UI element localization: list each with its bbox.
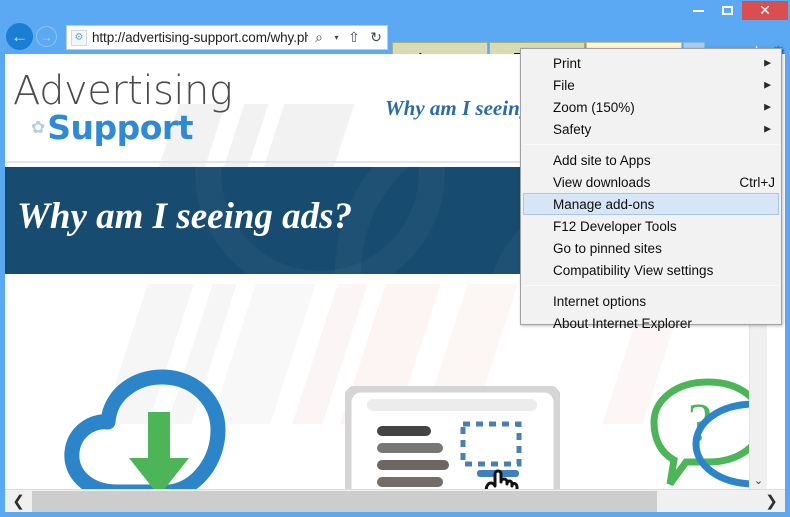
menu-item-label: Print: [553, 55, 581, 71]
menu-item-label: About Internet Explorer: [553, 315, 692, 331]
url-text[interactable]: http://advertising-support.com/why.php: [92, 30, 308, 45]
menu-item-label: Internet options: [553, 293, 647, 309]
title-bar: ✕: [0, 0, 790, 20]
header-tagline: Why am I seeing: [385, 96, 531, 120]
menu-item-label: Safety: [553, 121, 592, 137]
search-icon[interactable]: ⌕: [308, 26, 330, 50]
menu-item-f12-developer-tools[interactable]: F12 Developer Tools: [521, 215, 781, 237]
menu-item-label: File: [553, 77, 575, 93]
logo-gear-icon: ✿: [31, 118, 46, 137]
site-logo[interactable]: Advertising ✿ Support: [13, 68, 233, 147]
menu-item-safety[interactable]: Safety ▶: [521, 118, 781, 140]
window-controls: ✕: [684, 1, 788, 20]
compatibility-view-icon[interactable]: ⇧: [343, 26, 365, 50]
menu-item-about-internet-explorer[interactable]: About Internet Explorer: [521, 312, 781, 334]
menu-item-label: Zoom (150%): [553, 99, 635, 115]
menu-item-label: Compatibility View settings: [553, 262, 714, 278]
forward-button[interactable]: →: [36, 26, 57, 47]
chevron-down-icon[interactable]: ▾: [330, 26, 343, 50]
menu-item-internet-options[interactable]: Internet options: [521, 290, 781, 312]
submenu-arrow-icon: ▶: [764, 79, 771, 90]
refresh-icon[interactable]: ↻: [365, 26, 387, 50]
browser-window: ✕ ← → ⚙ http://advertising-support.com/w…: [0, 0, 790, 517]
menu-item-label: Manage add-ons: [553, 196, 655, 212]
browser-ad-illustration: [342, 383, 563, 489]
submenu-arrow-icon: ▶: [764, 101, 771, 112]
submenu-arrow-icon: ▶: [764, 57, 771, 68]
menu-item-go-to-pinned-sites[interactable]: Go to pinned sites: [521, 237, 781, 259]
horizontal-scrollbar-thumb[interactable]: [32, 490, 657, 512]
menu-item-label: Go to pinned sites: [553, 240, 662, 256]
logo-text-advertising: Advertising: [13, 68, 233, 114]
submenu-arrow-icon: ▶: [764, 123, 771, 134]
menu-item-shortcut: Ctrl+J: [739, 174, 775, 190]
scroll-down-arrow-icon[interactable]: ⌄: [750, 471, 767, 489]
horizontal-scrollbar[interactable]: ❮ ❯: [5, 489, 785, 512]
address-bar[interactable]: ⚙ http://advertising-support.com/why.php…: [66, 25, 388, 50]
menu-separator: [523, 285, 779, 286]
menu-separator: [523, 144, 779, 145]
menu-item-label: View downloads: [553, 174, 651, 190]
menu-item-file[interactable]: File ▶: [521, 74, 781, 96]
menu-item-view-downloads[interactable]: View downloads Ctrl+J: [521, 171, 781, 193]
scroll-right-arrow-icon[interactable]: ❯: [758, 491, 785, 512]
scroll-left-arrow-icon[interactable]: ❮: [5, 491, 32, 512]
menu-item-label: F12 Developer Tools: [553, 218, 677, 234]
menu-item-label: Add site to Apps: [553, 152, 651, 168]
site-identity-icon: ⚙: [71, 29, 87, 46]
back-button[interactable]: ←: [6, 23, 33, 50]
tools-dropdown-menu[interactable]: Print ▶ File ▶ Zoom (150%) ▶ Safety ▶ Add site t…: [520, 48, 782, 331]
menu-item-manage-add-ons[interactable]: Manage add-ons: [523, 193, 779, 215]
cloud-download-icon: [60, 364, 265, 489]
menu-item-print[interactable]: Print ▶: [521, 52, 781, 74]
menu-item-zoom-150[interactable]: Zoom (150%) ▶: [521, 96, 781, 118]
minimize-button[interactable]: [684, 1, 713, 20]
menu-item-compatibility-view-settings[interactable]: Compatibility View settings: [521, 259, 781, 281]
logo-text-support: Support: [47, 108, 193, 147]
close-window-button[interactable]: ✕: [742, 1, 788, 20]
page-title: Why am I seeing ads?: [17, 196, 353, 237]
menu-item-add-site-to-apps[interactable]: Add site to Apps: [521, 149, 781, 171]
maximize-button[interactable]: [713, 1, 742, 20]
horizontal-scrollbar-track[interactable]: [32, 490, 758, 512]
